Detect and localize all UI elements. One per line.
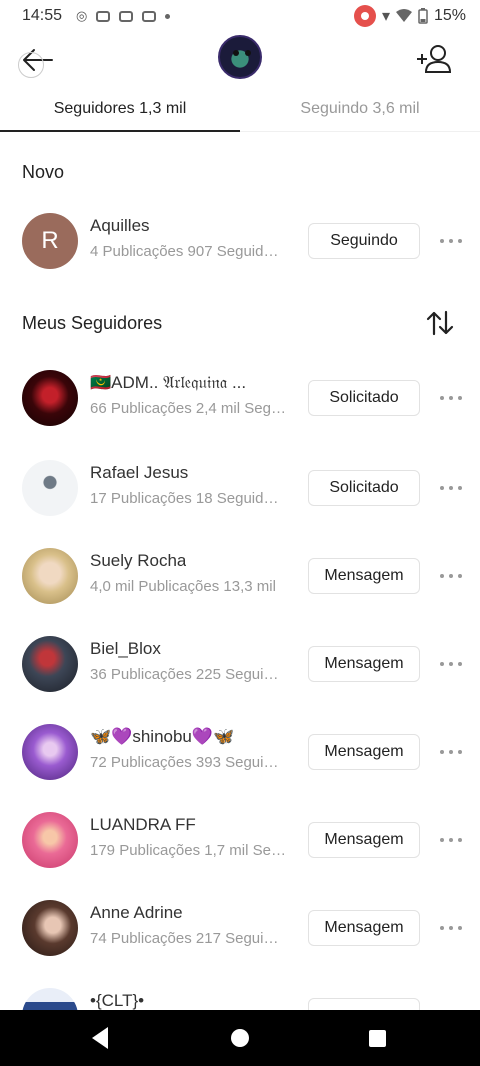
touch-ripple bbox=[18, 52, 44, 78]
user-stats: 66 Publicações 2,4 mil Seguidores bbox=[90, 400, 286, 417]
nav-home-icon[interactable] bbox=[231, 1029, 249, 1047]
discord-icon bbox=[142, 10, 157, 22]
avatar[interactable] bbox=[22, 636, 78, 692]
user-stats: 179 Publicações 1,7 mil Seguidores bbox=[90, 842, 286, 859]
app-bar bbox=[0, 32, 480, 88]
discord-icon bbox=[96, 10, 111, 22]
user-stats: 4,0 mil Publicações 13,3 mil bbox=[90, 578, 276, 595]
battery-icon bbox=[418, 8, 428, 24]
notification-icons: ◎ bbox=[76, 8, 171, 24]
more-options-button[interactable] bbox=[438, 828, 464, 852]
avatar[interactable] bbox=[22, 370, 78, 426]
avatar[interactable] bbox=[22, 812, 78, 868]
list-item[interactable]: Anne Adrine 74 Publicações 217 Seguidore… bbox=[0, 888, 480, 968]
list-item[interactable]: Biel_Blox 36 Publicações 225 Seguidores … bbox=[0, 624, 480, 704]
following-button[interactable]: Seguindo bbox=[308, 223, 420, 259]
more-options-button[interactable] bbox=[438, 740, 464, 764]
requested-button[interactable]: Solicitado bbox=[308, 380, 420, 416]
nav-back-icon[interactable] bbox=[92, 1027, 108, 1049]
user-stats: 36 Publicações 225 Seguidores bbox=[90, 666, 286, 683]
tab-following[interactable]: Seguindo 3,6 mil bbox=[240, 88, 480, 131]
avatar[interactable] bbox=[22, 460, 78, 516]
user-name: Aquilles bbox=[90, 216, 150, 235]
section-title-new: Novo bbox=[22, 162, 65, 182]
more-options-button[interactable] bbox=[438, 476, 464, 500]
user-stats: 72 Publicações 393 Seguidores bbox=[90, 754, 286, 771]
user-name: Rafael Jesus bbox=[90, 463, 189, 482]
user-stats: 74 Publicações 217 Seguidores bbox=[90, 930, 286, 947]
list-item[interactable]: 🇲🇷ADM.. 𝔄𝔯𝔩𝔢𝔮𝔲𝔦𝔫𝔞 ... 66 Publicações 2,4… bbox=[0, 358, 480, 438]
wifi-signal-icon bbox=[395, 9, 412, 22]
sort-icon[interactable] bbox=[426, 310, 454, 336]
user-name: LUANDRA FF bbox=[90, 815, 196, 834]
message-button[interactable]: Mensagem bbox=[308, 910, 420, 946]
user-name: Anne Adrine bbox=[90, 903, 183, 922]
list-item[interactable]: LUANDRA FF 179 Publicações 1,7 mil Segui… bbox=[0, 800, 480, 880]
avatar[interactable] bbox=[22, 900, 78, 956]
notification-dot-icon bbox=[165, 13, 171, 19]
list-item[interactable]: Suely Rocha 4,0 mil Publicações 13,3 mil… bbox=[0, 536, 480, 616]
system-nav-bar bbox=[0, 1010, 480, 1066]
status-bar: 14:55 ◎ ▾ 15% bbox=[0, 0, 480, 32]
wifi-icon: ▾ bbox=[381, 8, 390, 25]
user-stats: 17 Publicações 18 Seguidores bbox=[90, 490, 286, 507]
user-name: •{CLT}• bbox=[90, 991, 145, 1010]
requested-button[interactable]: Solicitado bbox=[308, 470, 420, 506]
nav-recents-icon[interactable] bbox=[369, 1030, 386, 1047]
signal-app-icon: ◎ bbox=[76, 8, 88, 23]
more-options-button[interactable] bbox=[438, 652, 464, 676]
user-name: Biel_Blox bbox=[90, 639, 161, 658]
header-avatar[interactable] bbox=[218, 35, 262, 79]
status-time: 14:55 bbox=[22, 7, 63, 24]
tab-followers[interactable]: Seguidores 1,3 mil bbox=[0, 88, 240, 132]
list-item[interactable]: Rafael Jesus 17 Publicações 18 Seguidore… bbox=[0, 448, 480, 528]
screen-record-icon bbox=[353, 5, 376, 27]
message-button[interactable]: Mensagem bbox=[308, 558, 420, 594]
avatar[interactable] bbox=[22, 548, 78, 604]
user-stats: 4 Publicações 907 Seguidores bbox=[90, 243, 286, 260]
list-item[interactable]: 🦋💜shinobu💜🦋 72 Publicações 393 Seguidore… bbox=[0, 712, 480, 792]
user-name: 🦋💜shinobu💜🦋 bbox=[90, 727, 235, 746]
list-item[interactable]: R Aquilles 4 Publicações 907 Seguidores … bbox=[0, 201, 480, 281]
avatar[interactable] bbox=[22, 724, 78, 780]
more-options-button[interactable] bbox=[438, 386, 464, 410]
user-name: 🇲🇷ADM.. 𝔄𝔯𝔩𝔢𝔮𝔲𝔦𝔫𝔞 ... bbox=[90, 373, 247, 392]
user-name: Suely Rocha bbox=[90, 551, 187, 570]
message-button[interactable]: Mensagem bbox=[308, 646, 420, 682]
section-title-followers: Meus Seguidores bbox=[22, 313, 163, 333]
add-user-icon bbox=[417, 45, 452, 73]
more-options-button[interactable] bbox=[438, 229, 464, 253]
message-button[interactable]: Mensagem bbox=[308, 734, 420, 770]
add-user-button[interactable] bbox=[414, 40, 454, 80]
more-options-button[interactable] bbox=[438, 564, 464, 588]
more-options-button[interactable] bbox=[438, 916, 464, 940]
battery-percent: 15% bbox=[433, 7, 466, 24]
message-button[interactable]: Mensagem bbox=[308, 822, 420, 858]
discord-icon bbox=[119, 10, 134, 22]
avatar[interactable]: R bbox=[22, 213, 78, 269]
follow-tabs: Seguidores 1,3 mil Seguindo 3,6 mil bbox=[0, 88, 480, 132]
